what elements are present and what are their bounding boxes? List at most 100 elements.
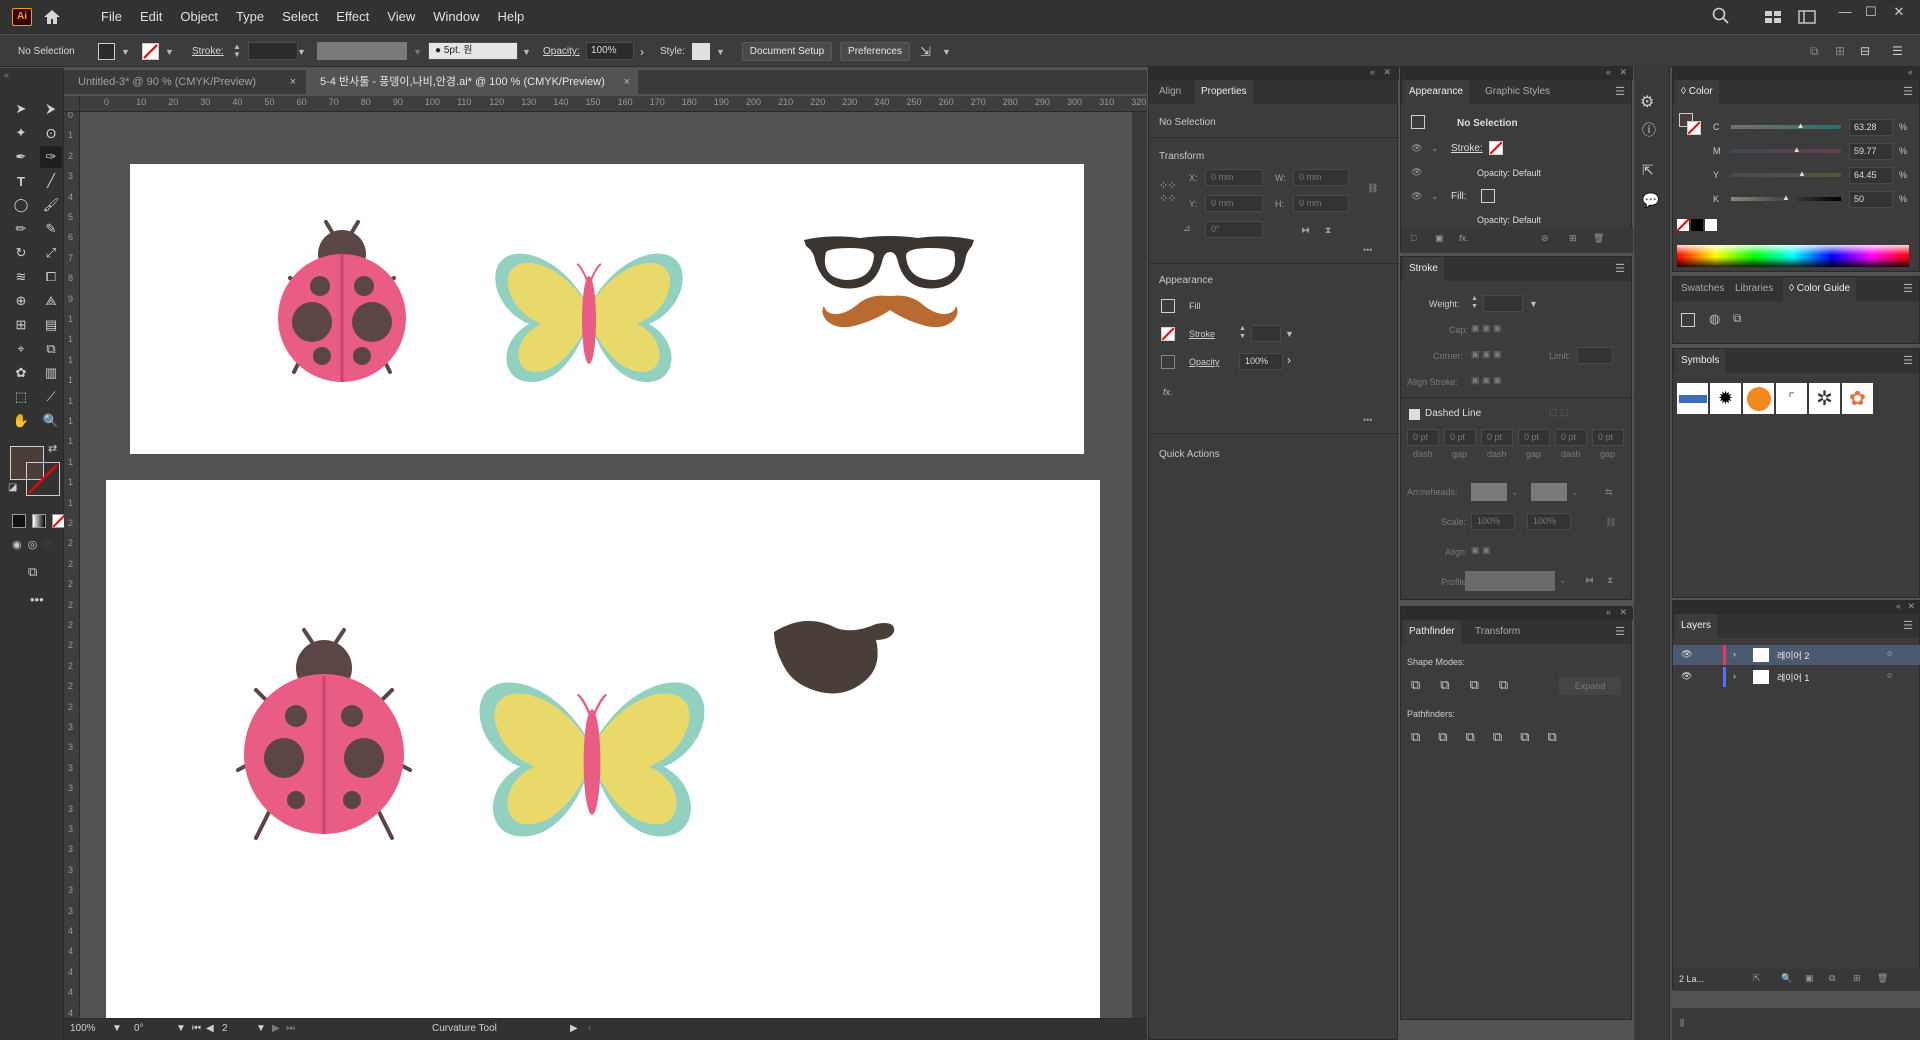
channel-value-input[interactable]: 50 bbox=[1849, 191, 1893, 208]
expand-button[interactable]: Expand bbox=[1559, 677, 1621, 695]
close-icon[interactable]: ✕ bbox=[1619, 67, 1627, 78]
warp-tool-icon[interactable]: ≋ bbox=[10, 266, 32, 288]
symbol-flower[interactable]: ✿ bbox=[1842, 383, 1873, 414]
fill-label[interactable]: Fill: bbox=[1451, 191, 1467, 202]
fx-icon[interactable]: fx. bbox=[1163, 387, 1173, 397]
prev-artboard-icon[interactable]: ◀ bbox=[206, 1023, 214, 1034]
chevron-down-icon[interactable]: ▼ bbox=[165, 47, 174, 57]
h-input[interactable]: 0 mm bbox=[1293, 195, 1349, 212]
zoom-level[interactable]: 100% bbox=[70, 1023, 96, 1034]
reference-point-icon[interactable]: ⁘⁘ ⁘⁘ bbox=[1159, 179, 1176, 205]
delete-icon[interactable]: 🗑 bbox=[1877, 973, 1888, 984]
stroke-label[interactable]: Stroke bbox=[1189, 329, 1215, 339]
delete-icon[interactable]: 🗑 bbox=[1593, 233, 1604, 244]
rotate-tool-icon[interactable]: ↻ bbox=[10, 242, 32, 264]
visibility-eye-icon[interactable]: 👁 bbox=[1681, 671, 1692, 682]
collapse-icon[interactable]: « bbox=[1606, 607, 1611, 617]
opacity-label[interactable]: Opacity: bbox=[543, 46, 580, 57]
shape-builder-tool-icon[interactable]: ⊕ bbox=[10, 290, 32, 312]
opacity-label[interactable]: Opacity bbox=[1189, 357, 1220, 367]
eyedropper-tool-icon[interactable]: ⌖ bbox=[10, 338, 32, 360]
fill-swatch[interactable] bbox=[1481, 189, 1495, 203]
visibility-eye-icon[interactable]: 👁 bbox=[1411, 167, 1422, 178]
chevron-down-icon[interactable]: ⌄ bbox=[1431, 143, 1439, 154]
swap-arrowheads-icon[interactable]: ⇆ bbox=[1605, 487, 1613, 498]
zoom-tool-icon[interactable]: 🔍 bbox=[40, 410, 62, 432]
weight-stepper[interactable]: ▲ ▼ bbox=[1471, 295, 1478, 311]
draw-normal-icon[interactable]: ◉ bbox=[12, 538, 22, 551]
next-artboard-icon[interactable]: ▶ bbox=[272, 1023, 280, 1034]
collapse-icon[interactable]: « bbox=[1908, 67, 1913, 77]
align-stroke-buttons[interactable]: ▣ ▣ ▣ bbox=[1471, 375, 1502, 386]
panel-menu-icon[interactable]: ☰ bbox=[1903, 619, 1913, 632]
weight-input[interactable] bbox=[1483, 295, 1523, 312]
x-input[interactable]: 0 mm bbox=[1205, 169, 1263, 186]
artboard-1[interactable] bbox=[130, 164, 1084, 454]
harmony-rules-icon[interactable]: ◍ bbox=[1709, 311, 1720, 327]
black-color-icon[interactable] bbox=[1691, 219, 1703, 231]
arrange-icon[interactable]: ⇲ bbox=[920, 44, 931, 60]
chevron-down-icon[interactable]: ⌄ bbox=[1571, 487, 1579, 498]
visibility-eye-icon[interactable]: 👁 bbox=[1411, 143, 1422, 154]
butterfly[interactable] bbox=[495, 253, 683, 383]
gap-input-3[interactable]: 0 pt bbox=[1592, 429, 1624, 446]
layer-name[interactable]: 레이어 2 bbox=[1777, 649, 1809, 662]
mesh-tool-icon[interactable]: ⊞ bbox=[10, 314, 32, 336]
ladybug-copy[interactable] bbox=[236, 628, 412, 840]
menu-help[interactable]: Help bbox=[488, 9, 533, 24]
symbol-splash[interactable]: ✹ bbox=[1710, 383, 1741, 414]
gap-input-2[interactable]: 0 pt bbox=[1518, 429, 1550, 446]
magic-wand-tool-icon[interactable]: ✦ bbox=[10, 122, 32, 144]
free-transform-tool-icon[interactable]: ⧠ bbox=[40, 266, 62, 288]
menu-view[interactable]: View bbox=[378, 9, 424, 24]
selection-tool-icon[interactable]: ➤ bbox=[10, 98, 32, 120]
stroke-color-box[interactable] bbox=[1687, 121, 1701, 135]
align-icon[interactable]: ⧉ bbox=[1810, 44, 1819, 59]
search-icon[interactable] bbox=[1712, 7, 1730, 28]
slider-knob-icon[interactable]: ▲ bbox=[1797, 121, 1805, 130]
ruler-origin[interactable] bbox=[64, 96, 80, 112]
arrange-documents-icon[interactable] bbox=[1764, 10, 1782, 27]
first-artboard-icon[interactable]: ⏮ bbox=[192, 1023, 201, 1034]
swap-colors-icon[interactable]: ⇄ bbox=[48, 442, 57, 455]
flip-horizontal-icon[interactable]: ⧓ bbox=[1301, 225, 1310, 236]
gap-input-1[interactable]: 0 pt bbox=[1444, 429, 1476, 446]
opacity-row[interactable]: Opacity: Default bbox=[1477, 215, 1541, 225]
duplicate-item-icon[interactable]: ⊞ bbox=[1569, 233, 1577, 244]
properties-gear-icon[interactable]: ⚙ bbox=[1640, 92, 1654, 112]
none-color-icon[interactable] bbox=[1676, 218, 1690, 232]
variable-width-profile[interactable] bbox=[317, 42, 407, 60]
brush-definition[interactable]: ● 5pt. 원 bbox=[428, 42, 518, 60]
channel-slider[interactable] bbox=[1731, 125, 1841, 129]
scale-tool-icon[interactable]: ⤢ bbox=[40, 242, 62, 264]
menu-type[interactable]: Type bbox=[227, 9, 273, 24]
lasso-tool-icon[interactable]: ʘ bbox=[40, 122, 62, 144]
panel-menu-icon[interactable]: ☰ bbox=[1615, 262, 1625, 275]
last-artboard-icon[interactable]: ⏭ bbox=[286, 1023, 295, 1034]
collapse-icon[interactable]: « bbox=[1370, 67, 1375, 77]
color-spectrum[interactable] bbox=[1677, 245, 1909, 267]
dash-input-2[interactable]: 0 pt bbox=[1481, 429, 1513, 446]
fill-swatch[interactable] bbox=[98, 43, 115, 60]
symbol-blue-banner[interactable] bbox=[1677, 383, 1708, 414]
channel-slider[interactable] bbox=[1731, 173, 1841, 177]
blend-tool-icon[interactable]: ⧉ bbox=[40, 338, 62, 360]
fx-icon[interactable]: fx. bbox=[1459, 233, 1469, 243]
channel-value-input[interactable]: 59.77 bbox=[1849, 143, 1893, 160]
curvature-tool-icon[interactable]: ✑ bbox=[40, 146, 62, 168]
target-icon[interactable]: ○ bbox=[1887, 648, 1892, 658]
tab-graphic-styles[interactable]: Graphic Styles bbox=[1479, 80, 1556, 104]
tab-transform[interactable]: Transform bbox=[1469, 620, 1526, 644]
corner-buttons[interactable]: ▣ ▣ ▣ bbox=[1471, 349, 1502, 360]
visibility-eye-icon[interactable]: 👁 bbox=[1681, 649, 1692, 660]
collect-export-icon[interactable]: ⇱ bbox=[1753, 973, 1761, 984]
unite-icon[interactable]: ⧉ bbox=[1411, 677, 1420, 693]
stroke-label[interactable]: Stroke: bbox=[1451, 143, 1483, 154]
layer-name[interactable]: 레이어 1 bbox=[1777, 671, 1809, 684]
symbol-orange-button[interactable] bbox=[1743, 383, 1774, 414]
opacity-input[interactable]: 100% bbox=[1239, 353, 1283, 370]
column-graph-tool-icon[interactable]: ▥ bbox=[40, 362, 62, 384]
close-icon[interactable]: ✕ bbox=[1383, 67, 1391, 78]
artboard-number[interactable]: 2 bbox=[222, 1023, 228, 1034]
opacity-row[interactable]: Opacity: Default bbox=[1477, 168, 1541, 178]
